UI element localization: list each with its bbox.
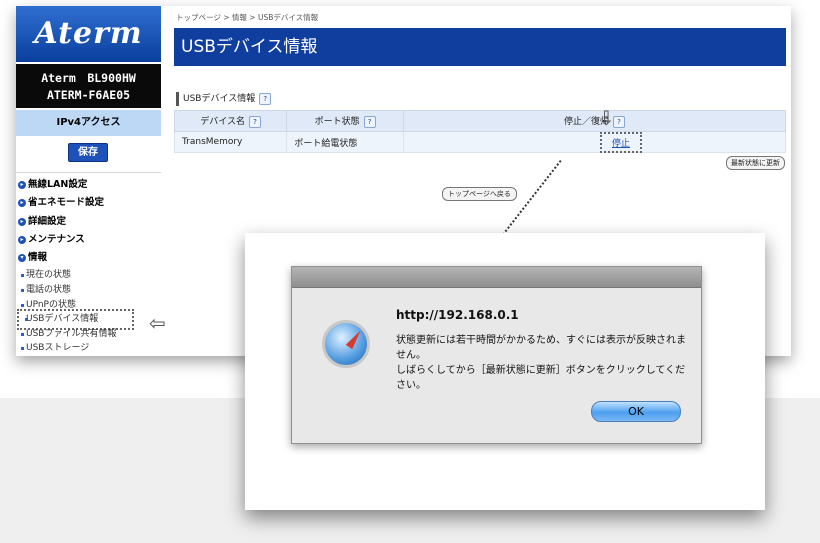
dialog-message: 状態更新には若干時間がかかるため、すぐには表示が反映されません。 しばらくしてか… [396,333,686,393]
square-bullet-icon [21,274,24,278]
dialog-origin-url: http://192.168.0.1 [396,308,519,322]
menu-item-wireless[interactable]: ▸ 無線LAN設定 [16,176,161,194]
section-title-text: USBデバイス情報 [183,94,256,104]
section-title: USBデバイス情報? [176,92,383,106]
breadcrumb: トップページ > 情報 > USBデバイス情報 [176,13,319,22]
submenu-item-upnp[interactable]: UPnPの状態 [16,298,161,313]
menu-label: 省エネモード設定 [28,197,105,209]
device-id: ATERM-F6AE05 [46,88,131,102]
ok-button[interactable]: OK [591,401,681,422]
alert-dialog: http://192.168.0.1 状態更新には若干時間がかかるため、すぐには… [291,266,702,444]
bullet-icon: ▸ [18,181,26,189]
square-bullet-icon [21,347,24,351]
help-icon[interactable]: ? [259,92,272,105]
save-button[interactable]: 保存 [68,143,108,162]
arrow-down-icon: ⇩ [598,106,615,130]
port-state-cell: ポート給電状態 [286,131,404,153]
page-title: USBデバイス情報 [174,28,786,66]
refresh-button[interactable]: 最新状態に更新 [726,156,785,170]
access-mode: IPv4アクセス [16,110,161,136]
submenu-label: 電話の状態 [26,285,72,296]
submenu-item-status[interactable]: 現在の状態 [16,268,161,283]
aterm-logo: Aterm [16,6,161,62]
stop-link[interactable]: 停止 [599,131,642,153]
help-icon[interactable]: ? [249,115,262,128]
menu-label: 無線LAN設定 [28,179,88,190]
menu-label: メンテナンス [28,233,85,245]
dialog-message-line: しばらくしてから［最新状態に更新］ボタンをクリックしてください。 [396,365,686,391]
safari-compass-icon [322,320,370,368]
col-device-name: デバイス名? [173,110,288,132]
square-bullet-icon [21,303,24,307]
menu-label: 情報 [28,252,48,264]
menu-item-maintenance[interactable]: ▸ メンテナンス [16,231,161,249]
usb-device-table: デバイス名? ポート状態? 停止／復帰? TransMemory ポート給電状態… [173,110,787,153]
square-bullet-icon [21,332,24,336]
submenu-label: USBストレージ [26,343,90,354]
square-bullet-icon [21,289,24,293]
submenu-label: USBデバイス情報 [26,314,99,325]
dialog-titlebar [292,267,701,288]
col-stop-resume: 停止／復帰? [402,110,787,132]
submenu-item-usb-share[interactable]: USBファイル共有情報 [16,327,161,342]
table-row: TransMemory ポート給電状態 停止 [173,131,787,153]
submenu-item-usb-device[interactable]: USBデバイス情報 [17,309,134,330]
submenu-item-phone[interactable]: 電話の状態 [16,283,161,298]
bullet-icon: ▸ [18,235,26,244]
menu-item-eco[interactable]: ▸ 省エネモード設定 [16,194,161,212]
info-submenu: 現在の状態 電話の状態 UPnPの状態 USBデバイス情報 USBファイル共有情… [16,268,161,356]
col-port-state: ポート状態? [286,110,404,132]
submenu-label: USBファイル共有情報 [26,328,117,339]
sidebar-menu: ▸ 無線LAN設定 ▸ 省エネモード設定 ▸ 詳細設定 ▸ メンテナンス ▾ 情… [16,176,161,356]
submenu-item-usb-storage[interactable]: USBストレージ [16,341,161,356]
bullet-icon: ▸ [18,217,26,226]
model-name: Aterm BL900HW [41,71,136,85]
model-box: Aterm BL900HW ATERM-F6AE05 [16,64,161,108]
bullet-icon: ▸ [18,199,26,208]
back-to-top-button[interactable]: トップページへ戻る [442,187,517,201]
alert-frame: http://192.168.0.1 状態更新には若干時間がかかるため、すぐには… [245,233,765,510]
help-icon[interactable]: ? [363,115,376,128]
dialog-message-line: 状態更新には若干時間がかかるため、すぐには表示が反映されません。 [396,335,686,361]
arrow-left-icon: ⇦ [149,311,166,335]
device-name-cell: TransMemory [173,131,288,153]
square-bullet-icon [25,318,28,322]
save-area: 保存 [16,136,161,173]
sidebar: Aterm Aterm BL900HW ATERM-F6AE05 IPv4アクセ… [16,6,161,356]
compass-needle [345,328,364,350]
action-cell: 停止 [402,131,787,153]
menu-item-info[interactable]: ▾ 情報 [16,249,161,267]
table-header-row: デバイス名? ポート状態? 停止／復帰? [173,110,787,132]
submenu-label: UPnPの状態 [26,299,76,310]
bullet-icon: ▾ [18,254,26,263]
submenu-label: 現在の状態 [26,270,72,281]
menu-label: 詳細設定 [28,215,67,227]
menu-item-advanced[interactable]: ▸ 詳細設定 [16,213,161,231]
